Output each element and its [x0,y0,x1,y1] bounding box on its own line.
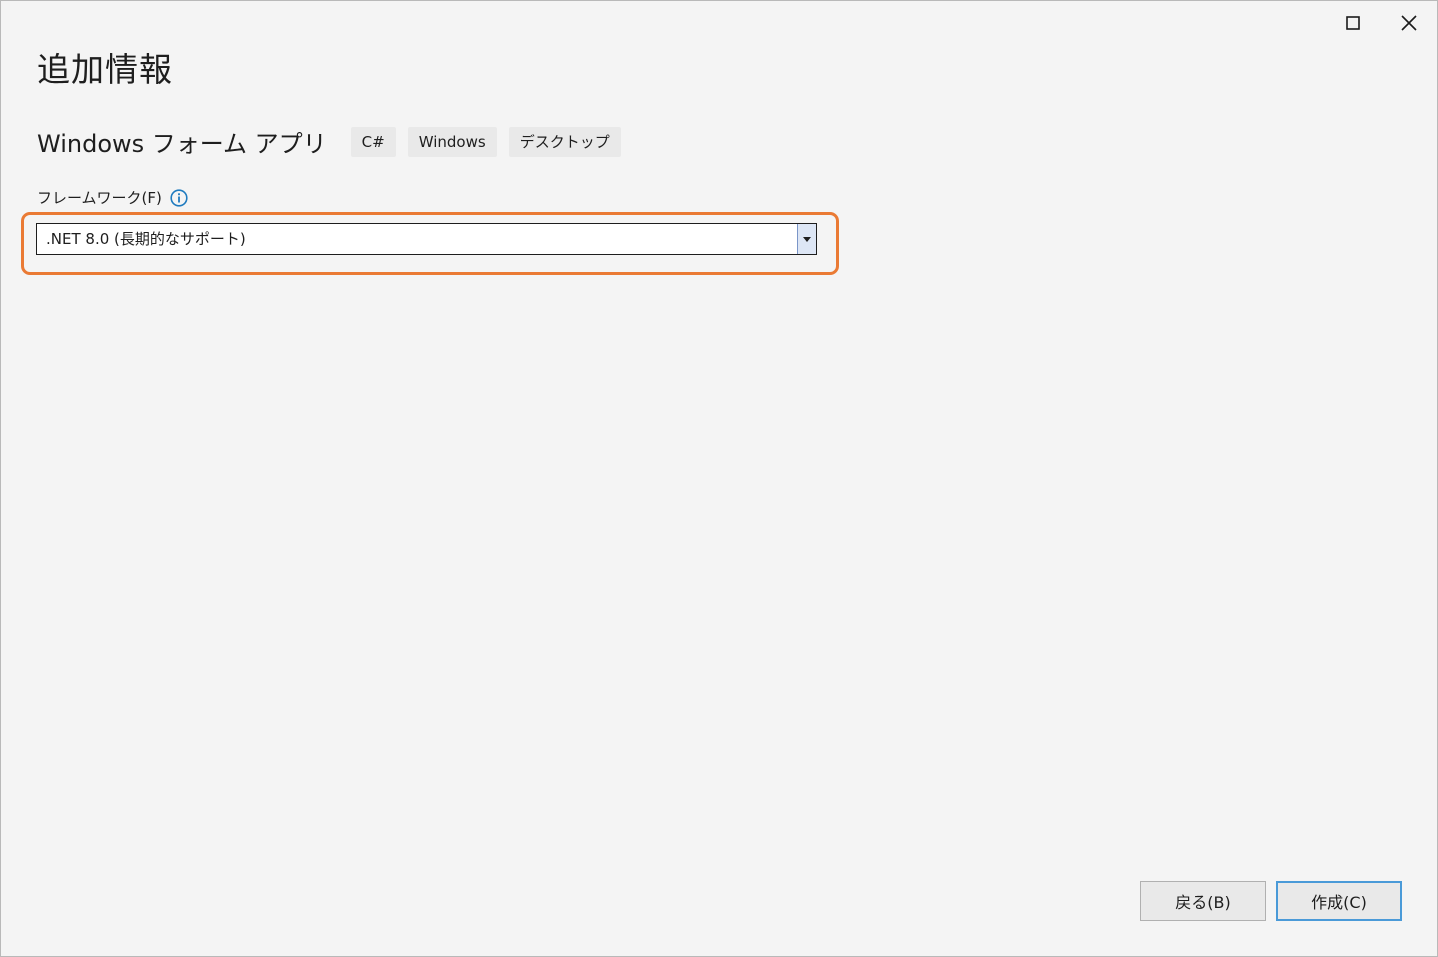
tag-platform: Windows [407,126,497,157]
framework-select[interactable]: .NET 8.0 (長期的なサポート) [36,223,817,255]
info-icon[interactable] [170,188,188,207]
window-controls [1325,1,1437,45]
framework-label: フレームワーク(F) [37,189,162,207]
framework-label-row: フレームワーク(F) [37,187,188,208]
framework-selected-value: .NET 8.0 (長期的なサポート) [46,230,246,248]
back-button[interactable]: 戻る(B) [1140,881,1266,921]
maximize-button[interactable] [1325,1,1381,45]
chevron-down-icon [803,236,811,242]
project-type-name: Windows フォーム アプリ [37,130,327,158]
tag-project-type: デスクトップ [508,126,621,157]
dropdown-button[interactable] [797,224,816,254]
dialog-window: 追加情報 Windows フォーム アプリ C# Windows デスクトップ … [0,0,1438,957]
project-header: Windows フォーム アプリ C# Windows デスクトップ [37,124,633,159]
close-button[interactable] [1381,1,1437,45]
tag-language: C# [350,126,396,157]
page-title: 追加情報 [37,50,173,89]
maximize-icon [1346,16,1360,30]
create-button[interactable]: 作成(C) [1276,881,1402,921]
close-icon [1401,15,1417,31]
